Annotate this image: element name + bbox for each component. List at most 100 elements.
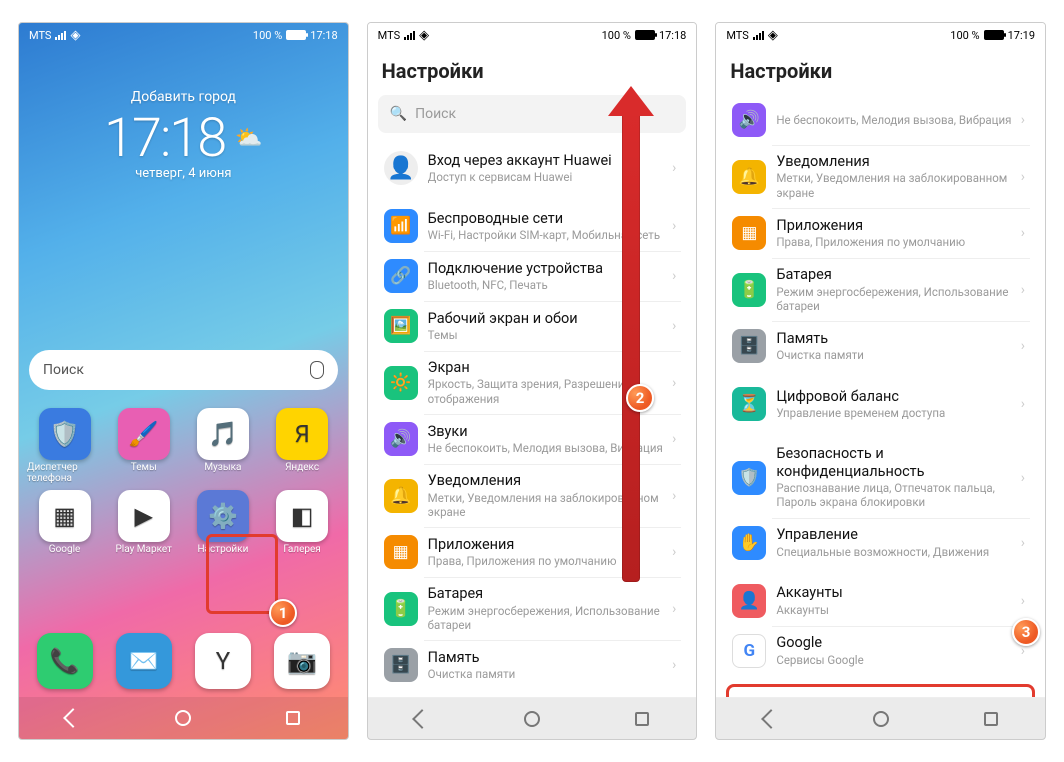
app-dockapp[interactable]: ✉️ xyxy=(106,633,181,691)
nav-recent-icon[interactable] xyxy=(286,711,300,725)
battery-icon xyxy=(635,30,655,40)
nav-home-icon[interactable] xyxy=(524,711,540,727)
app-Музыка[interactable]: 🎵Музыка xyxy=(185,408,260,484)
settings-row-Память[interactable]: 🗄️ПамятьОчистка памяти› xyxy=(726,321,1035,371)
row-icon: 👤 xyxy=(732,584,766,618)
row-title: Приложения xyxy=(776,217,1016,234)
nav-home-icon[interactable] xyxy=(175,710,191,726)
chevron-right-icon: › xyxy=(672,544,676,560)
nav-bar xyxy=(19,697,348,739)
mic-icon[interactable] xyxy=(310,361,324,379)
row-subtitle: Не беспокоить, Мелодия вызова, Вибрация xyxy=(776,113,1016,127)
app-dockapp[interactable]: Y xyxy=(185,633,260,691)
app-Темы[interactable]: 🖌️Темы xyxy=(106,408,181,484)
status-bar: MTS ◈ 100 % 17:18 xyxy=(19,23,348,47)
home-search-bar[interactable]: Поиск xyxy=(29,350,338,390)
settings-row-Цифровой баланс[interactable]: ⏳Цифровой балансУправление временем дост… xyxy=(726,379,1035,429)
signal-icon xyxy=(55,30,66,40)
app-label: Галерея xyxy=(283,544,320,555)
row-title: Безопасность и конфиденциальность xyxy=(776,445,1016,480)
row-icon: ▦ xyxy=(732,216,766,250)
row-icon: G xyxy=(732,634,766,668)
row-huawei-account[interactable]: 👤 Вход через аккаунт Huawei Доступ к сер… xyxy=(378,143,687,193)
row-icon: ⏳ xyxy=(732,387,766,421)
row-icon: 🔋 xyxy=(732,273,766,307)
settings-row-item[interactable]: 🔊 Не беспокоить, Мелодия вызова, Вибрация… xyxy=(726,95,1035,145)
weather-add-city[interactable]: Добавить город xyxy=(19,89,348,105)
settings-row-Подключение устройства[interactable]: 🔗Подключение устройстваBluetooth, NFC, П… xyxy=(378,251,687,301)
chevron-right-icon: › xyxy=(1021,535,1025,551)
app-Play Маркет[interactable]: ▶Play Маркет xyxy=(106,490,181,555)
row-title: Управление xyxy=(776,526,1016,543)
nav-back-icon[interactable] xyxy=(64,708,84,728)
nav-back-icon[interactable] xyxy=(761,709,781,729)
status-time: 17:18 xyxy=(310,29,337,42)
row-subtitle: Очистка памяти xyxy=(776,348,1016,362)
row-icon: 🔆 xyxy=(384,366,418,400)
battery-pct: 100 % xyxy=(950,29,979,42)
settings-row-Беспроводные сети[interactable]: 📶Беспроводные сетиWi-Fi, Настройки SIM-к… xyxy=(378,201,687,251)
clock-date: четверг, 4 июня xyxy=(19,166,348,181)
row-subtitle: Аккаунты xyxy=(776,603,1016,617)
chevron-right-icon: › xyxy=(1021,112,1025,128)
clock-widget[interactable]: 17:18 ⛅ xyxy=(19,107,348,170)
app-Google[interactable]: ▦Google xyxy=(27,490,102,555)
settings-row-Уведомления[interactable]: 🔔УведомленияМетки, Уведомления на заблок… xyxy=(726,145,1035,208)
carrier-label: MTS xyxy=(29,29,51,42)
app-Галерея[interactable]: ◧ Галерея xyxy=(265,490,340,555)
app-Настройки[interactable]: ⚙️Настройки xyxy=(185,490,260,555)
annotation-callout-1: 1 xyxy=(269,599,297,627)
settings-row-Уведомления[interactable]: 🔔УведомленияМетки, Уведомления на заблок… xyxy=(378,464,687,527)
chevron-right-icon: › xyxy=(672,268,676,284)
annotation-callout-3: 3 xyxy=(1012,618,1040,646)
row-title: Аккаунты xyxy=(776,584,1016,601)
row-subtitle: Режим энергосбережения, Использование ба… xyxy=(776,285,1016,314)
nav-home-icon[interactable] xyxy=(873,711,889,727)
row-icon: 📶 xyxy=(384,209,418,243)
settings-row-Безопасность и конфиденциальность[interactable]: 🛡️Безопасность и конфиденциальностьРаспо… xyxy=(726,437,1035,518)
app-label: Диспетчер телефона xyxy=(27,462,102,484)
settings-row-Рабочий экран и обои[interactable]: 🖼️Рабочий экран и обоиТемы› xyxy=(378,301,687,351)
settings-row-Управление[interactable]: ✋УправлениеСпециальные возможности, Движ… xyxy=(726,518,1035,568)
signal-icon xyxy=(404,30,415,40)
chevron-right-icon: › xyxy=(1021,169,1025,185)
settings-row-Аккаунты[interactable]: 👤 Аккаунты Аккаунты › xyxy=(726,576,1035,626)
row-title: Батарея xyxy=(428,585,668,602)
settings-row-Приложения[interactable]: ▦ПриложенияПрава, Приложения по умолчани… xyxy=(726,208,1035,258)
status-bar: MTS ◈ 100 % 17:19 xyxy=(716,23,1045,47)
app-icon: 🛡️ xyxy=(39,408,91,460)
chevron-right-icon: › xyxy=(1021,282,1025,298)
app-icon: ✉️ xyxy=(116,633,172,689)
row-icon: 🔊 xyxy=(732,103,766,137)
wifi-icon: ◈ xyxy=(419,29,429,42)
settings-row-Звуки[interactable]: 🔊ЗвукиНе беспокоить, Мелодия вызова, Виб… xyxy=(378,414,687,464)
chevron-right-icon: › xyxy=(1021,338,1025,354)
nav-back-icon[interactable] xyxy=(412,709,432,729)
chevron-right-icon: › xyxy=(672,318,676,334)
app-label: Настройки xyxy=(197,544,248,555)
row-icon: 🔊 xyxy=(384,422,418,456)
settings-row-Приложения[interactable]: ▦ПриложенияПрава, Приложения по умолчани… xyxy=(378,527,687,577)
nav-recent-icon[interactable] xyxy=(984,712,998,726)
settings-row-Батарея[interactable]: 🔋БатареяРежим энергосбережения, Использо… xyxy=(378,577,687,640)
chevron-right-icon: › xyxy=(1021,593,1025,609)
app-icon: ◧ xyxy=(276,490,328,542)
app-dockapp[interactable]: 📷 xyxy=(265,633,340,691)
nav-bar xyxy=(368,697,697,739)
phone-settings-top: MTS ◈ 100 % 17:18 Настройки 🔍 Поиск 👤 Вх… xyxy=(367,22,698,740)
search-icon: 🔍 xyxy=(390,106,407,122)
phone-home-screen: MTS ◈ 100 % 17:18 Добавить город 17:18 ⛅… xyxy=(18,22,349,740)
search-placeholder: Поиск xyxy=(415,106,456,122)
app-Яндекс[interactable]: ЯЯндекс xyxy=(265,408,340,484)
app-dockapp[interactable]: 📞 xyxy=(27,633,102,691)
settings-row-Система[interactable]: 📱СистемаСистемная навигация, Обновление … xyxy=(726,684,1035,697)
row-subtitle: Сервисы Google xyxy=(776,653,1016,667)
settings-row-Google[interactable]: GGoogleСервисы Google› xyxy=(726,626,1035,676)
row-icon: 🖼️ xyxy=(384,309,418,343)
settings-row-Память[interactable]: 🗄️ПамятьОчистка памяти› xyxy=(378,640,687,690)
settings-row-Батарея[interactable]: 🔋БатареяРежим энергосбережения, Использо… xyxy=(726,258,1035,321)
nav-recent-icon[interactable] xyxy=(635,712,649,726)
row-subtitle: Распознавание лица, Отпечаток пальца, Па… xyxy=(776,481,1016,510)
row-icon: 🔋 xyxy=(384,592,418,626)
app-Диспетчер телефона[interactable]: 🛡️Диспетчер телефона xyxy=(27,408,102,484)
